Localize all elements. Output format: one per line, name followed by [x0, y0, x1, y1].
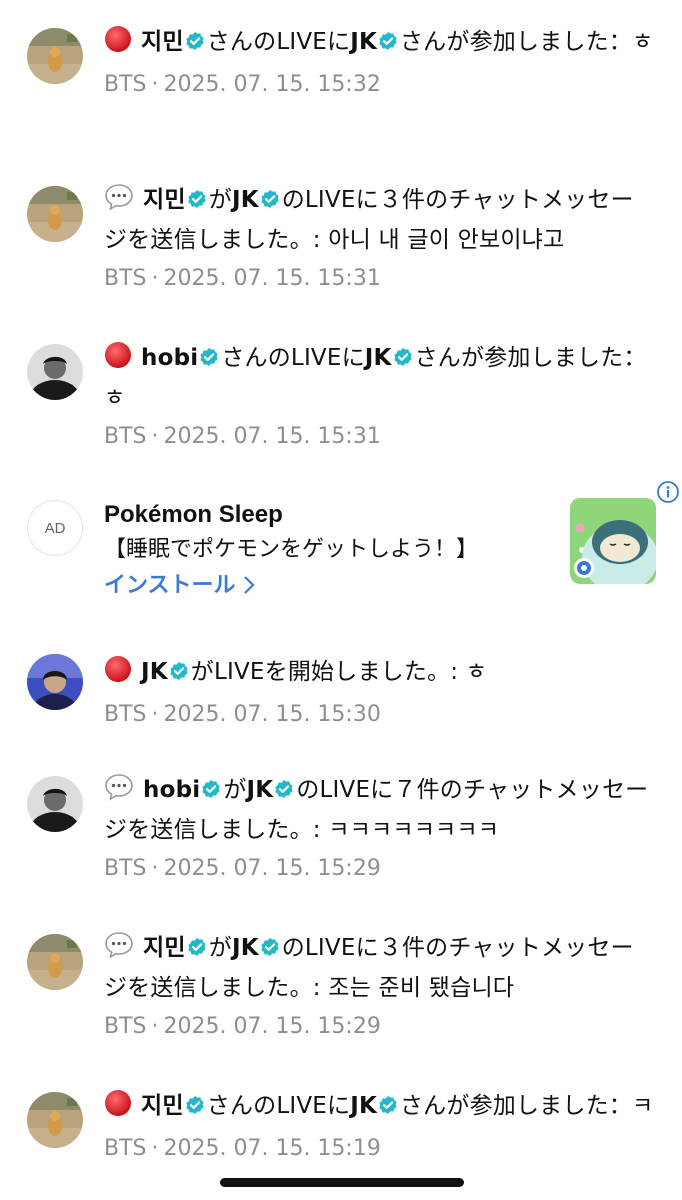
- avatar-hobi[interactable]: [27, 344, 83, 400]
- speech-bubble-icon: [104, 773, 134, 812]
- verified-badge-icon: [185, 26, 205, 62]
- verified-badge-icon: [187, 932, 207, 968]
- verified-badge-icon: [393, 342, 413, 378]
- notification-message: 지민 がJK のLIVEに３件のチャットメッセージを送信しました。: 조는 준비 됐…: [104, 930, 654, 1006]
- source-label: BTS: [104, 72, 147, 97]
- avatar-jimin-dog[interactable]: [27, 186, 83, 242]
- red-circle-icon: [104, 655, 132, 694]
- verified-badge-icon: [274, 774, 294, 810]
- meta-separator: ·: [151, 702, 159, 727]
- timestamp: 2025. 07. 15. 15:31: [163, 424, 381, 449]
- message-text: さんのLIVEに: [221, 345, 365, 371]
- verified-badge-icon: [169, 656, 189, 692]
- user-name[interactable]: 지민: [143, 935, 186, 961]
- timestamp: 2025. 07. 15. 15:19: [163, 1136, 381, 1161]
- notification-message: 지민 がJK のLIVEに３件のチャットメッセージを送信しました。: 아니 내 글이…: [104, 182, 654, 258]
- notification-meta: BTS · 2025. 07. 15. 15:19: [104, 1134, 654, 1164]
- source-label: BTS: [104, 1014, 147, 1039]
- red-circle-icon: [104, 1089, 132, 1128]
- ad-description: 【睡眠でポケモンをゲットしよう！】: [104, 537, 479, 562]
- source-label: BTS: [104, 424, 147, 449]
- user-name[interactable]: 지민: [141, 1093, 184, 1119]
- verified-badge-icon: [378, 26, 398, 62]
- notification-meta: BTS · 2025. 07. 15. 15:32: [104, 70, 654, 100]
- ad-badge: AD: [27, 500, 83, 556]
- message-text: さんが参加しました：ㅎ: [399, 29, 654, 55]
- user-name[interactable]: JK: [350, 29, 377, 55]
- notification-meta: BTS · 2025. 07. 15. 15:30: [104, 700, 654, 730]
- speech-bubble-icon: [104, 183, 134, 222]
- meta-separator: ·: [151, 1136, 159, 1161]
- message-text: さんのLIVEに: [206, 1093, 351, 1119]
- speech-bubble-icon: [104, 931, 134, 970]
- timestamp: 2025. 07. 15. 15:30: [163, 702, 381, 727]
- notification-meta: BTS · 2025. 07. 15. 15:31: [104, 422, 654, 452]
- meta-separator: ·: [151, 266, 159, 291]
- avatar-jimin-dog[interactable]: [27, 934, 83, 990]
- verified-badge-icon: [201, 774, 221, 810]
- verified-badge-icon: [185, 1090, 205, 1126]
- avatar-jimin-dog[interactable]: [27, 28, 83, 84]
- verified-badge-icon: [199, 342, 219, 378]
- ad-title[interactable]: Pokémon Sleep: [104, 498, 552, 532]
- notification-meta: BTS · 2025. 07. 15. 15:29: [104, 1012, 654, 1042]
- avatar-jimin-dog[interactable]: [27, 1092, 83, 1148]
- home-indicator[interactable]: [220, 1178, 464, 1187]
- meta-separator: ·: [151, 424, 159, 449]
- verified-badge-icon: [260, 184, 280, 220]
- message-text: さんが参加しました：ㅋ: [399, 1093, 654, 1119]
- meta-separator: ·: [151, 856, 159, 881]
- notification-message: hobi がJK のLIVEに７件のチャットメッセージを送信しました。: ㅋㅋㅋㅋㅋ…: [104, 772, 654, 848]
- avatar-hobi[interactable]: [27, 776, 83, 832]
- chevron-right-icon: [243, 573, 255, 598]
- info-icon[interactable]: [656, 480, 680, 508]
- verified-badge-icon: [260, 932, 280, 968]
- user-name[interactable]: 지민: [143, 187, 186, 213]
- verified-badge-icon: [378, 1090, 398, 1126]
- notification-meta: BTS · 2025. 07. 15. 15:29: [104, 854, 654, 884]
- install-button-label: インストール: [104, 573, 236, 598]
- source-label: BTS: [104, 702, 147, 727]
- timestamp: 2025. 07. 15. 15:29: [163, 1014, 381, 1039]
- message-text: さんのLIVEに: [206, 29, 351, 55]
- timestamp: 2025. 07. 15. 15:31: [163, 266, 381, 291]
- message-text: が: [208, 935, 232, 961]
- notification-meta: BTS · 2025. 07. 15. 15:31: [104, 264, 654, 294]
- source-label: BTS: [104, 266, 147, 291]
- user-name[interactable]: JK: [365, 345, 392, 371]
- snorlax-app-icon[interactable]: [570, 498, 656, 584]
- user-name[interactable]: JK: [232, 187, 259, 213]
- notification-message: 지민 さんのLIVEにJK さんが参加しました：ㅎ: [104, 24, 654, 64]
- red-circle-icon: [104, 341, 132, 380]
- verified-badge-icon: [187, 184, 207, 220]
- notification-message: 지민 さんのLIVEにJK さんが参加しました：ㅋ: [104, 1088, 654, 1128]
- user-name[interactable]: 지민: [141, 29, 184, 55]
- red-circle-icon: [104, 25, 132, 64]
- user-name[interactable]: JK: [141, 659, 168, 685]
- source-label: BTS: [104, 856, 147, 881]
- timestamp: 2025. 07. 15. 15:29: [163, 856, 381, 881]
- timestamp: 2025. 07. 15. 15:32: [163, 72, 381, 97]
- meta-separator: ·: [151, 1014, 159, 1039]
- notification-message: JK がLIVEを開始しました。: ㅎ: [104, 654, 654, 694]
- avatar-jk[interactable]: [27, 654, 83, 710]
- meta-separator: ·: [151, 72, 159, 97]
- user-name[interactable]: JK: [247, 777, 274, 803]
- message-text: が: [208, 187, 232, 213]
- message-text: がLIVEを開始しました。: ㅎ: [190, 659, 488, 685]
- source-label: BTS: [104, 1136, 147, 1161]
- user-name[interactable]: JK: [232, 935, 259, 961]
- notification-message: hobi さんのLIVEにJK さんが参加しました：ㅎ: [104, 340, 654, 416]
- user-name[interactable]: hobi: [143, 777, 200, 803]
- install-button[interactable]: インストール: [104, 568, 552, 604]
- user-name[interactable]: hobi: [141, 345, 198, 371]
- message-text: が: [223, 777, 247, 803]
- user-name[interactable]: JK: [350, 1093, 377, 1119]
